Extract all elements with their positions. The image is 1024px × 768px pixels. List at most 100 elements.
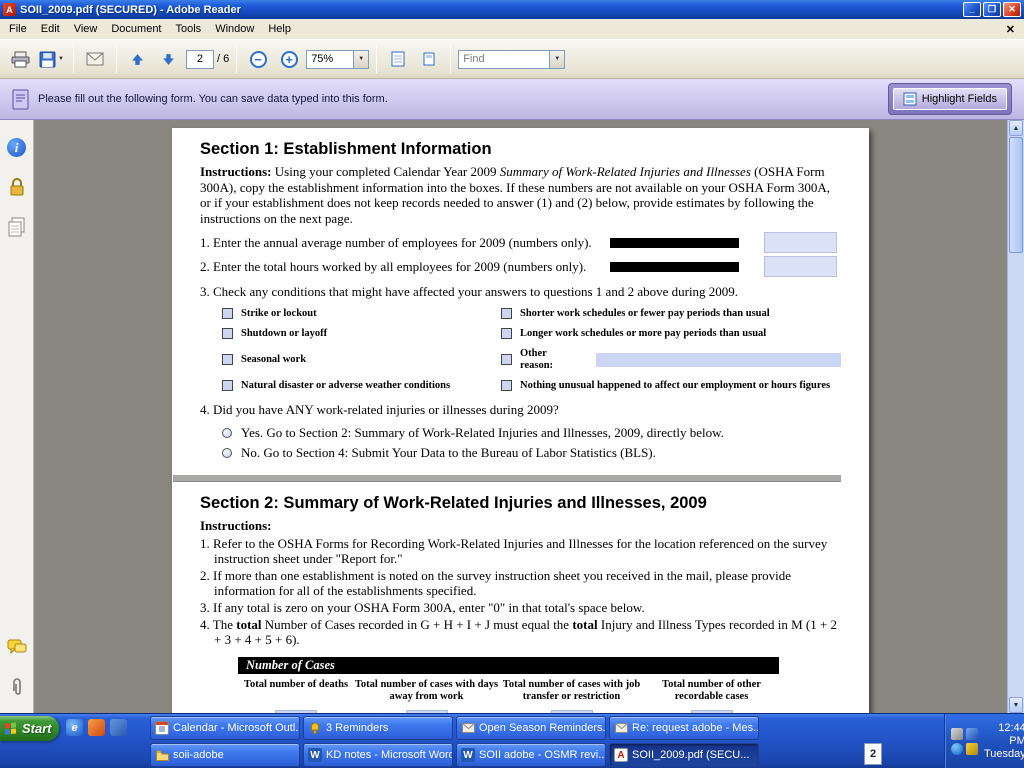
next-page-button[interactable] [155, 44, 183, 74]
security-lock-icon[interactable] [8, 177, 26, 197]
instruction4-pre: 4. The [200, 617, 236, 632]
task-soii-2009-pdf-active[interactable]: ASOII_2009.pdf (SECU... [609, 743, 759, 767]
toolbar-separator [116, 45, 117, 73]
longer-schedules-checkbox[interactable] [501, 328, 512, 339]
pages-panel-icon[interactable] [7, 217, 26, 237]
start-button[interactable]: Start [0, 716, 59, 741]
fit-width-button[interactable] [384, 44, 412, 74]
tray-printer-icon[interactable] [951, 728, 963, 740]
taskbar: Start e Calendar - Microsoft Outl... 3 R… [0, 713, 1024, 768]
other-reason-input-field[interactable] [596, 353, 841, 367]
nothing-unusual-checkbox[interactable] [501, 380, 512, 391]
document-close-icon[interactable]: ✕ [997, 23, 1024, 36]
minimize-button[interactable]: _ [963, 2, 981, 17]
comments-panel-icon[interactable] [7, 639, 27, 657]
show-desktop-icon[interactable] [110, 719, 127, 736]
arrow-down-icon [162, 53, 175, 66]
save-icon [39, 51, 56, 68]
restore-button[interactable]: ❐ [983, 2, 1001, 17]
task-label: soii-adobe [173, 749, 224, 761]
vertical-scrollbar[interactable]: ▲ ▼ [1007, 120, 1024, 713]
checkbox-row: Natural disaster or adverse weather cond… [222, 380, 501, 392]
hours-input-field[interactable] [764, 256, 837, 277]
task-soii-adobe-osmr-word[interactable]: WSOII adobe - OSMR revi... [456, 743, 606, 767]
outlook-icon[interactable] [88, 719, 105, 736]
menu-window[interactable]: Window [208, 21, 261, 37]
instruction4-mid: Number of Cases recorded in G + H + I + … [262, 617, 573, 632]
highlight-fields-container: Highlight Fields [888, 83, 1012, 115]
tray-display-icon[interactable] [966, 728, 978, 740]
scroll-down-button[interactable]: ▼ [1009, 697, 1023, 713]
shutdown-checkbox[interactable] [222, 328, 233, 339]
scroll-up-button[interactable]: ▲ [1009, 120, 1023, 136]
email-button[interactable] [81, 44, 109, 74]
checkbox-label: Shutdown or layoff [241, 328, 327, 340]
natural-disaster-checkbox[interactable] [222, 380, 233, 391]
other-reason-checkbox[interactable] [501, 354, 512, 365]
task-open-season-reminders[interactable]: Open Season Reminders... [456, 716, 606, 740]
language-indicator[interactable]: 2 [864, 743, 882, 765]
number-of-cases-header: Number of Cases [238, 657, 779, 674]
no-radio-button[interactable] [222, 448, 232, 458]
menu-file[interactable]: File [2, 21, 34, 37]
find-dropdown-button[interactable]: ▼ [550, 50, 565, 69]
close-button[interactable]: ✕ [1003, 2, 1021, 17]
fit-page-button[interactable] [415, 44, 443, 74]
zoom-out-icon: − [250, 51, 267, 68]
task-calendar-outlook[interactable]: Calendar - Microsoft Outl... [150, 716, 300, 740]
task-soii-adobe-folder[interactable]: soii-adobe [150, 743, 300, 767]
find-input[interactable]: Find [458, 50, 550, 69]
save-button[interactable]: ▼ [37, 44, 66, 74]
checkbox-row: Other reason: [501, 348, 841, 372]
tray-volume-icon[interactable] [966, 743, 978, 755]
section2-instructions-label: Instructions: [200, 518, 841, 534]
save-dropdown-icon[interactable]: ▼ [58, 56, 64, 62]
task-label: Re: request adobe - Mes... [632, 722, 759, 734]
toolbar-separator [450, 45, 451, 73]
task-kd-notes-word[interactable]: WKD notes - Microsoft Word [303, 743, 453, 767]
section1-instructions: Instructions: Using your completed Calen… [200, 164, 841, 226]
folder-icon [156, 750, 169, 761]
how-to-info-icon[interactable]: i [7, 138, 26, 157]
toolbar-separator [236, 45, 237, 73]
fit-width-icon [390, 51, 406, 67]
previous-page-button[interactable] [124, 44, 152, 74]
page-number-input[interactable] [186, 50, 214, 69]
section2-title: Section 2: Summary of Work-Related Injur… [200, 494, 841, 513]
yes-radio-label: Yes. Go to Section 2: Summary of Work-Re… [241, 425, 724, 441]
seasonal-checkbox[interactable] [222, 354, 233, 365]
shorter-schedules-checkbox[interactable] [501, 308, 512, 319]
chevron-down-icon: ▼ [554, 56, 560, 62]
attachments-panel-icon[interactable] [10, 677, 24, 699]
print-button[interactable] [6, 44, 34, 74]
page-total-label: / 6 [217, 53, 229, 65]
employees-input-field[interactable] [764, 232, 837, 253]
form-icon [12, 89, 29, 110]
zoom-level-value[interactable]: 75% [306, 50, 354, 69]
menu-help[interactable]: Help [261, 21, 298, 37]
strike-checkbox[interactable] [222, 308, 233, 319]
menu-edit[interactable]: Edit [34, 21, 67, 37]
menu-tools[interactable]: Tools [169, 21, 209, 37]
zoom-in-button[interactable]: + [275, 44, 303, 74]
zoom-dropdown-button[interactable]: ▼ [354, 50, 369, 69]
tray-messenger-icon[interactable] [951, 743, 963, 755]
task-re-request-adobe[interactable]: Re: request adobe - Mes... [609, 716, 759, 740]
task-reminders[interactable]: 3 Reminders [303, 716, 453, 740]
menu-document[interactable]: Document [104, 21, 168, 37]
zoom-out-button[interactable]: − [244, 44, 272, 74]
section2-instruction-4: 4. The total Number of Cases recorded in… [200, 617, 841, 647]
menu-view[interactable]: View [67, 21, 105, 37]
highlight-fields-button[interactable]: Highlight Fields [893, 88, 1007, 110]
zoom-in-icon: + [281, 51, 298, 68]
form-message-bar: Please fill out the following form. You … [0, 79, 1024, 120]
yes-radio-button[interactable] [222, 428, 232, 438]
windows-flag-icon [5, 722, 18, 735]
calendar-icon [156, 722, 168, 734]
document-workspace: i Section 1: Establishment Information I… [0, 120, 1024, 713]
highlight-fields-icon [903, 92, 917, 106]
question3-text: 3. Check any conditions that might have … [200, 284, 841, 300]
scrollbar-thumb[interactable] [1009, 137, 1023, 253]
column-header-other: Total number of other recordable cases [644, 674, 779, 704]
internet-explorer-icon[interactable]: e [66, 719, 83, 736]
